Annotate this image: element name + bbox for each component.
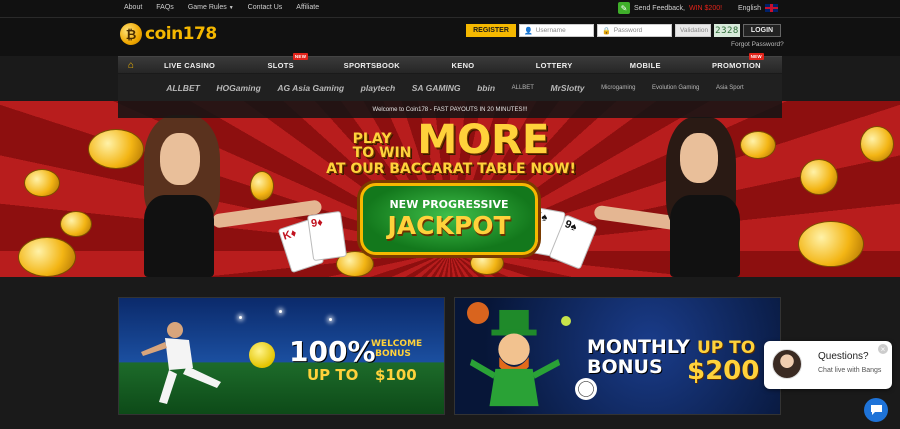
- welcome-bonus-label: WELCOME BONUS: [371, 339, 423, 359]
- provider-strip: ALLBET HOGaming AG Asia Gaming playtech …: [118, 74, 782, 101]
- nav-keno[interactable]: KENO: [417, 57, 508, 74]
- register-button[interactable]: REGISTER: [466, 24, 516, 37]
- validation-field[interactable]: Validation: [675, 24, 711, 37]
- forgot-password-link[interactable]: Forgot Password?: [731, 41, 784, 48]
- chat-title: Questions?: [818, 351, 869, 362]
- validation-placeholder: Validation: [680, 27, 709, 34]
- coin-decoration: [798, 221, 864, 267]
- provider-logo[interactable]: HOGaming: [216, 83, 260, 93]
- provider-logo[interactable]: bbin: [477, 83, 495, 93]
- language-selector[interactable]: English: [738, 4, 778, 12]
- provider-logo[interactable]: ALLBET: [166, 83, 200, 93]
- top-links: About FAQs Game Rules ▼ Contact Us Affili…: [124, 4, 319, 11]
- coin-decoration: [60, 211, 92, 237]
- banner-headline: PLAY TO WIN MORE AT OUR BACCARAT TABLE NO…: [286, 120, 616, 176]
- soccer-ball-icon: [575, 378, 597, 400]
- uk-flag-icon: [764, 4, 778, 12]
- provider-logo[interactable]: ALLBET: [512, 85, 534, 91]
- bonus-percent: 100%: [289, 335, 376, 368]
- welcome-marquee: Welcome to Coin178 - FAST PAYOUTS IN 20 …: [118, 101, 782, 118]
- login-button[interactable]: LOGIN: [743, 24, 781, 37]
- main-nav: ⌂ LIVE CASINO SLOTS NEW SPORTSBOOK KENO L…: [118, 52, 782, 74]
- nav-mobile[interactable]: MOBILE: [600, 57, 691, 74]
- stadium-light: [279, 310, 282, 313]
- provider-logo[interactable]: Evolution Gaming: [652, 85, 699, 91]
- chevron-down-icon: ▼: [228, 5, 234, 11]
- logo[interactable]: ₿ coin178: [120, 23, 217, 45]
- jackpot-badge: NEW PROGRESSIVE JACKPOT: [360, 183, 538, 255]
- password-placeholder: Password: [613, 27, 643, 34]
- coin-decoration: [18, 237, 76, 277]
- bonus-upto: UP TO: [307, 366, 359, 384]
- bitcoin-logo-icon: ₿: [120, 23, 142, 45]
- jackpot-title: JACKPOT: [387, 211, 511, 240]
- leprechaun-illustration: [469, 309, 561, 407]
- monthly-upto: UP TO: [697, 338, 756, 358]
- top-utility-bar: About FAQs Game Rules ▼ Contact Us Affili…: [0, 0, 900, 18]
- welcome-bonus-card[interactable]: 100% UP TO WELCOME BONUS $100: [118, 297, 445, 415]
- headline-play: PLAY: [352, 131, 392, 147]
- language-label: English: [738, 4, 761, 12]
- dealer-left: [120, 111, 323, 277]
- provider-logo[interactable]: AG Asia Gaming: [277, 83, 344, 93]
- password-field[interactable]: 🔒 Password: [597, 24, 672, 37]
- faqs-link[interactable]: FAQs: [156, 4, 174, 11]
- nav-slots[interactable]: SLOTS NEW: [235, 52, 326, 74]
- monthly-bonus-card[interactable]: MONTHLY BONUS UP TO $200: [454, 297, 781, 415]
- provider-logo[interactable]: SA GAMING: [412, 83, 461, 93]
- jackpot-subtitle: NEW PROGRESSIVE: [389, 198, 509, 211]
- nav-lottery[interactable]: LOTTERY: [509, 57, 600, 74]
- affiliate-link[interactable]: Affiliate: [296, 4, 319, 11]
- avatar: [772, 349, 802, 379]
- about-link[interactable]: About: [124, 4, 142, 11]
- new-badge: NEW: [292, 52, 309, 60]
- header: ₿ coin178 REGISTER 👤 Username 🔒 Password…: [0, 18, 900, 56]
- home-icon[interactable]: ⌂: [118, 57, 144, 74]
- nav-live-casino[interactable]: LIVE CASINO: [144, 57, 235, 74]
- login-form: REGISTER 👤 Username 🔒 Password Validatio…: [466, 24, 781, 37]
- soccer-player-illustration: [141, 322, 221, 404]
- feedback-icon: ✎: [618, 2, 630, 14]
- headline-more: MORE: [417, 117, 550, 163]
- username-field[interactable]: 👤 Username: [519, 24, 594, 37]
- coin-decoration: [860, 126, 894, 162]
- nav-promotion[interactable]: PROMOTION NEW: [691, 52, 782, 74]
- new-badge: NEW: [748, 52, 764, 60]
- chat-bubble-icon[interactable]: [864, 398, 888, 422]
- dealer-right: [593, 111, 790, 277]
- provider-logo[interactable]: playtech: [361, 83, 396, 93]
- lock-icon: 🔒: [602, 27, 611, 35]
- coin-decoration: [800, 159, 838, 195]
- logo-text: coin178: [145, 24, 217, 44]
- game-rules-link[interactable]: Game Rules ▼: [188, 4, 234, 11]
- contact-us-link[interactable]: Contact Us: [248, 4, 283, 11]
- bonus-amount: $100: [375, 366, 417, 384]
- monthly-amount: $200: [687, 356, 760, 386]
- coin-decoration: [24, 169, 60, 197]
- headline-to-win: TO WIN: [352, 145, 412, 161]
- stadium-light: [329, 318, 332, 321]
- nav-sportsbook[interactable]: SPORTSBOOK: [326, 57, 417, 74]
- username-placeholder: Username: [535, 27, 566, 34]
- soccer-ball-icon: [249, 342, 275, 368]
- provider-logo[interactable]: Microgaming: [601, 85, 635, 91]
- captcha-code: 2328: [714, 24, 740, 37]
- chat-widget[interactable]: Questions? Chat live with Bangs ×: [764, 341, 892, 389]
- provider-logo[interactable]: MrSlotty: [551, 83, 585, 93]
- monthly-bonus-title: MONTHLY BONUS: [587, 336, 690, 378]
- feedback-label: Send Feedback,: [634, 4, 685, 12]
- provider-logo[interactable]: Asia Sport: [716, 85, 744, 91]
- user-icon: 👤: [524, 27, 533, 35]
- feedback-win: WIN $200!: [688, 4, 723, 12]
- send-feedback-link[interactable]: ✎ Send Feedback, WIN $200!: [618, 2, 722, 14]
- playing-card: 9♦: [306, 210, 348, 262]
- chat-subtitle: Chat live with Bangs: [818, 367, 882, 374]
- close-icon[interactable]: ×: [878, 344, 888, 354]
- headline-baccarat: AT OUR BACCARAT TABLE NOW!: [326, 161, 576, 177]
- stadium-light: [239, 316, 242, 319]
